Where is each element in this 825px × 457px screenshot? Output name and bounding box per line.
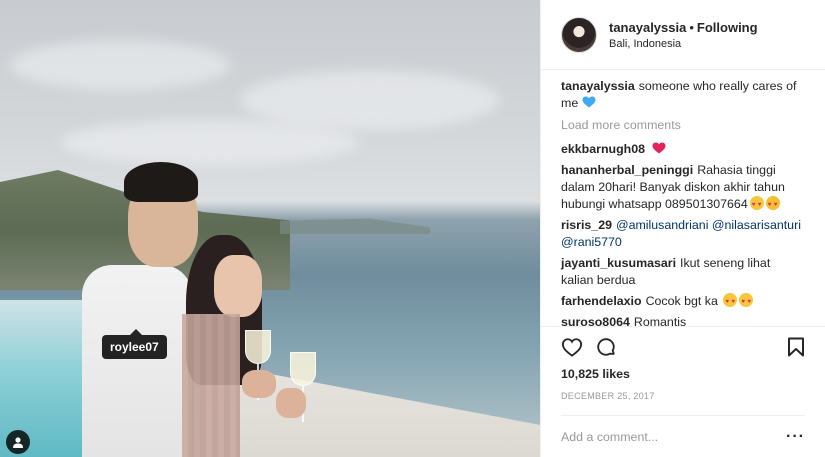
cloud [240, 70, 500, 130]
comment-username[interactable]: jayanti_kusumasari [561, 256, 676, 270]
instagram-post: roylee07 tanayalyssia • Following Bali, In… [0, 0, 825, 457]
avatar[interactable] [561, 16, 597, 53]
mention-link[interactable]: @rani5770 [561, 235, 622, 249]
comment-username[interactable]: risris_29 [561, 218, 612, 232]
add-comment-bar: ··· [561, 415, 805, 457]
following-button[interactable]: Following [697, 20, 758, 35]
wine-glass [290, 352, 316, 422]
post-header: tanayalyssia • Following Bali, Indonesia [541, 0, 825, 70]
likes-count[interactable]: 10,825 likes [561, 367, 805, 381]
comment-username[interactable]: hananherbal_peninggi [561, 163, 693, 177]
red-heart-emoji [652, 142, 666, 154]
action-icons [561, 327, 805, 367]
comment-username[interactable]: suroso8064 [561, 315, 630, 326]
comment-text: Cocok bgt ka [645, 294, 718, 308]
header-text: tanayalyssia • Following Bali, Indonesia [609, 20, 758, 50]
comments-list: tanayalyssia someone who really cares of … [541, 70, 825, 326]
comment-icon[interactable] [595, 336, 617, 358]
comment-item: risris_29 @amilusandriani @nilasarisantur… [561, 217, 805, 251]
comment-item: hananherbal_peninggi Rahasia tinggi dalam… [561, 162, 805, 214]
wine-glass [245, 330, 271, 400]
comment-username[interactable]: farhendelaxio [561, 294, 642, 308]
author-username[interactable]: tanayalyssia [609, 20, 686, 35]
caption-username[interactable]: tanayalyssia [561, 79, 635, 93]
user-tag-label[interactable]: roylee07 [102, 329, 167, 359]
woman-face [214, 255, 262, 317]
cloud [10, 40, 230, 90]
heart-eyes-emoji [739, 293, 754, 311]
kissing-emoji [765, 196, 780, 214]
header-line: tanayalyssia • Following [609, 20, 758, 35]
load-more-comments-link[interactable]: Load more comments [561, 118, 805, 132]
mention-link[interactable]: @amilusandriani [616, 218, 708, 232]
heart-eyes-emoji [723, 293, 738, 311]
heart-eyes-emoji [749, 196, 764, 214]
comment-item: jayanti_kusumasari Ikut seneng lihat kali… [561, 255, 805, 289]
comment-item: ekkbarnugh08 [561, 141, 805, 158]
man-figure [82, 265, 192, 457]
bookmark-icon[interactable] [787, 337, 805, 357]
headland [280, 218, 430, 234]
man-hair [124, 162, 198, 202]
blue-heart-emoji [582, 96, 596, 108]
hand [242, 370, 276, 398]
like-heart-icon[interactable] [561, 337, 583, 357]
comment-item: suroso8064 Romantis [561, 314, 805, 326]
comment-text: Romantis [633, 315, 687, 326]
post-date[interactable]: December 25, 2017 [561, 391, 805, 401]
comment-username[interactable]: ekkbarnugh08 [561, 142, 645, 156]
post-photo[interactable]: roylee07 [0, 0, 540, 457]
censor-blur [182, 314, 240, 457]
mention-link[interactable]: @nilasarisanturi [712, 218, 801, 232]
comment-item: farhendelaxio Cocok bgt ka [561, 293, 805, 311]
caption: tanayalyssia someone who really cares of … [561, 78, 805, 112]
user-tag-icon[interactable] [6, 430, 30, 454]
post-sidebar: tanayalyssia • Following Bali, Indonesia t… [540, 0, 825, 457]
post-actions: 10,825 likes December 25, 2017 ··· [541, 326, 825, 457]
cloud [60, 120, 360, 165]
separator-dot: • [689, 19, 694, 35]
location-link[interactable]: Bali, Indonesia [609, 38, 758, 50]
more-options-icon[interactable]: ··· [786, 428, 805, 446]
hand [276, 388, 306, 418]
comment-input[interactable] [561, 429, 787, 444]
